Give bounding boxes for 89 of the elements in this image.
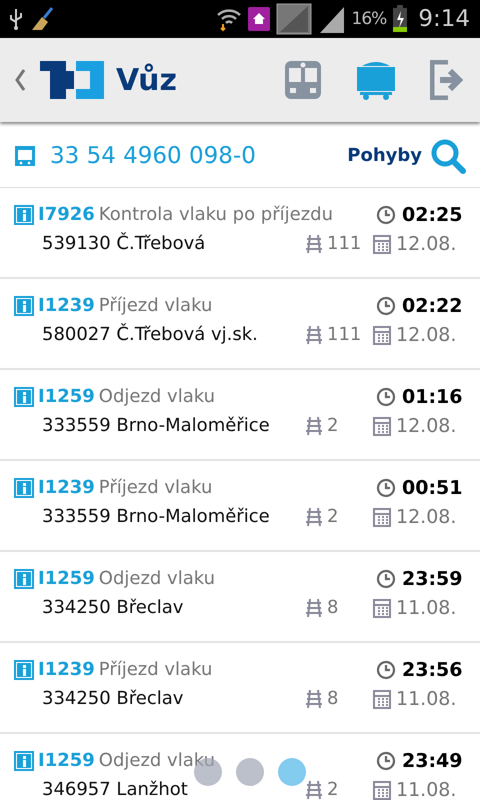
wagon-number: 33 54 4960 098-0 — [50, 142, 256, 168]
movement-code: I1239 — [38, 295, 95, 316]
movement-row[interactable]: I1259 Odjezd vlaku 23:59 334250 Břeclav 8 11.08. — [0, 552, 480, 643]
movement-code: I1259 — [38, 568, 95, 589]
station: 334250 Břeclav — [42, 597, 184, 618]
movement-code: I7926 — [38, 204, 95, 225]
usb-icon — [8, 7, 24, 31]
clock-icon — [376, 296, 396, 316]
movement-code: I1259 — [38, 386, 95, 407]
station: 334250 Břeclav — [42, 688, 184, 709]
info-icon — [14, 204, 34, 224]
movement-code: I1259 — [38, 750, 95, 771]
screen-title: Vůz — [116, 62, 177, 98]
wagon-tab[interactable] — [356, 60, 396, 100]
station: 580027 Č.Třebová vj.sk. — [42, 324, 258, 345]
movement-description: Příjezd vlaku — [98, 295, 212, 316]
battery-icon — [392, 5, 408, 33]
movement-date: 11.08. — [396, 596, 458, 618]
track-number: 2 — [327, 779, 340, 800]
calendar-icon — [373, 324, 391, 344]
clock-icon — [376, 386, 396, 406]
track-icon — [305, 688, 323, 708]
page-dot[interactable] — [236, 758, 264, 786]
train-tab[interactable] — [284, 60, 322, 100]
movement-row[interactable]: I1239 Příjezd vlaku 23:56 334250 Břeclav 8 11.08. — [0, 643, 480, 734]
calendar-icon — [373, 598, 391, 618]
track-number: 111 — [327, 324, 362, 345]
movement-date: 12.08. — [396, 232, 458, 254]
battery-percent: 16% — [352, 9, 386, 29]
movement-description: Odjezd vlaku — [98, 568, 216, 589]
station: 346957 Lanžhot — [42, 779, 188, 800]
clock-icon — [376, 204, 396, 224]
movement-description: Příjezd vlaku — [98, 659, 212, 680]
exit-button[interactable] — [430, 60, 464, 100]
station: 539130 Č.Třebová — [42, 233, 206, 254]
calendar-icon — [373, 416, 391, 436]
track-number: 8 — [327, 688, 340, 709]
info-icon — [14, 660, 34, 680]
clock-icon — [376, 660, 396, 680]
back-button[interactable] — [14, 68, 26, 92]
movement-code: I1239 — [38, 659, 95, 680]
track-number: 8 — [327, 597, 340, 618]
wagon-icon — [14, 144, 36, 166]
movement-date: 12.08. — [396, 506, 458, 528]
clock-icon — [376, 750, 396, 770]
movement-date: 11.08. — [396, 688, 458, 710]
track-number: 2 — [327, 415, 340, 436]
movement-date: 12.08. — [396, 414, 458, 436]
calendar-icon — [373, 780, 391, 800]
info-icon — [14, 478, 34, 498]
search-button[interactable] — [430, 138, 466, 174]
movement-row[interactable]: I7926 Kontrola vlaku po příjezdu 02:25 539130 Č.Třebová 111 12.08. — [0, 188, 480, 279]
info-icon — [14, 296, 34, 316]
signal-icon — [276, 3, 312, 35]
clock-icon — [376, 568, 396, 588]
calendar-icon — [373, 506, 391, 526]
signal-icon — [318, 5, 346, 33]
info-icon — [14, 386, 34, 406]
info-icon — [14, 568, 34, 588]
calendar-icon — [373, 688, 391, 708]
track-icon — [305, 506, 323, 526]
track-number: 2 — [327, 506, 340, 527]
track-icon — [305, 780, 323, 800]
track-number: 111 — [327, 233, 362, 254]
movement-description: Odjezd vlaku — [98, 386, 216, 407]
movement-row[interactable]: I1239 Příjezd vlaku 02:22 580027 Č.Třebová vj.sk. 111 12.08. — [0, 279, 480, 370]
info-icon — [14, 750, 34, 770]
station: 333559 Brno-Maloměřice — [42, 415, 270, 436]
movement-description: Kontrola vlaku po příjezdu — [98, 204, 333, 225]
track-icon — [305, 598, 323, 618]
track-icon — [305, 234, 323, 254]
movement-date: 12.08. — [396, 324, 458, 346]
clock: 9:14 — [418, 6, 470, 32]
broom-icon — [30, 6, 56, 32]
clock-icon — [376, 478, 396, 498]
movement-row[interactable]: I1259 Odjezd vlaku 01:16 333559 Brno-Maloměřice 2 12.08. — [0, 370, 480, 461]
home-icon — [248, 7, 270, 31]
calendar-icon — [373, 234, 391, 254]
logo-icon — [40, 61, 104, 99]
page-dot[interactable] — [278, 758, 306, 786]
track-icon — [305, 416, 323, 436]
movement-description: Příjezd vlaku — [98, 477, 212, 498]
movements-button[interactable]: Pohyby — [339, 145, 430, 166]
movement-description: Odjezd vlaku — [98, 750, 216, 771]
movement-date: 11.08. — [396, 778, 458, 800]
station: 333559 Brno-Maloměřice — [42, 506, 270, 527]
movement-code: I1239 — [38, 477, 95, 498]
track-icon — [305, 324, 323, 344]
movement-row[interactable]: I1239 Příjezd vlaku 00:51 333559 Brno-Maloměřice 2 12.08. — [0, 461, 480, 552]
